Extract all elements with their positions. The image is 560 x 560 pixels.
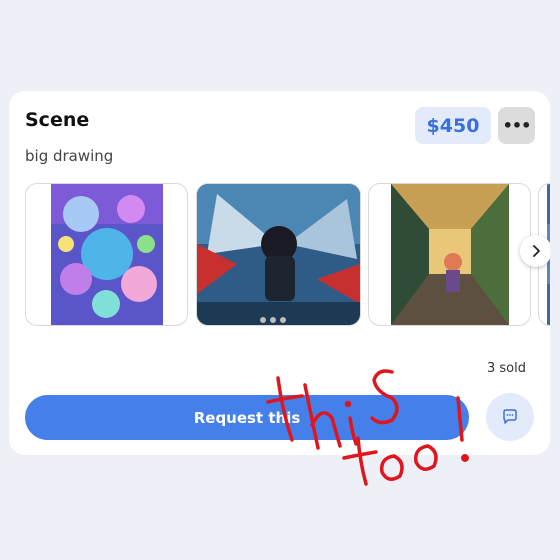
carousel-dot <box>270 317 276 323</box>
chevron-right-icon <box>533 245 540 257</box>
chat-icon <box>503 409 517 424</box>
thumbnail-3[interactable] <box>368 183 531 326</box>
purple-fantasy-artwork <box>51 184 163 325</box>
listing-subtitle: big drawing <box>25 147 114 165</box>
request-button[interactable]: Request this <box>25 395 469 440</box>
thumbnail-1[interactable] <box>25 183 188 326</box>
sold-count: 3 sold <box>487 361 526 376</box>
green-corridor-artwork <box>391 184 509 325</box>
listing-title: Scene <box>25 109 90 131</box>
winged-character-artwork <box>197 184 360 325</box>
price-badge: $450 <box>415 107 491 144</box>
more-dots-icon: ••• <box>502 116 532 135</box>
listing-card: Scene big drawing $450 ••• 3 sold Reques… <box>9 91 550 455</box>
carousel-next-button[interactable] <box>520 235 550 267</box>
thumbnail-2[interactable] <box>196 183 361 326</box>
more-options-button[interactable]: ••• <box>498 107 535 144</box>
carousel-dot <box>280 317 286 323</box>
chat-button[interactable] <box>486 393 534 441</box>
image-carousel[interactable] <box>25 183 550 326</box>
carousel-dot <box>260 317 266 323</box>
